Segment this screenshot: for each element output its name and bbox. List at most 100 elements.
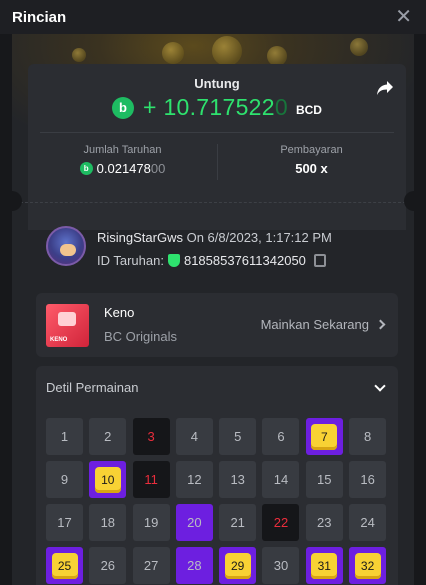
ticket-notch	[12, 191, 22, 211]
keno-tile[interactable]: 18	[89, 504, 127, 541]
modal-header: Rincian ✕	[0, 0, 426, 34]
bet-amount-stat: Jumlah Taruhan b 0.02147800	[28, 144, 217, 176]
keno-tile-number: 30	[273, 558, 289, 573]
details-title[interactable]: Detil Permainan	[46, 380, 139, 395]
currency-label: BCD	[295, 102, 322, 117]
keno-tile[interactable]: 15	[305, 461, 343, 498]
profit-amount: 10.717522	[163, 94, 275, 120]
keno-tile[interactable]: 29	[219, 547, 257, 584]
keno-thumbnail-tag: KENO	[50, 337, 68, 343]
keno-tile[interactable]: 3	[132, 418, 170, 455]
keno-tile[interactable]: 21	[219, 504, 257, 541]
keno-tile[interactable]: 12	[175, 461, 213, 498]
keno-tile[interactable]: 31	[305, 547, 343, 584]
game-name: Keno	[104, 305, 135, 320]
keno-tile-number: 14	[273, 472, 289, 487]
keno-tile[interactable]: 26	[89, 547, 127, 584]
keno-tile[interactable]: 4	[175, 418, 213, 455]
keno-tile[interactable]: 9	[46, 461, 83, 498]
keno-tile-number: 5	[234, 429, 242, 444]
bet-id-line: ID Taruhan: 81858537611342050	[97, 253, 326, 268]
bet-id-label: ID Taruhan:	[97, 253, 164, 268]
play-now-link[interactable]: Mainkan Sekarang	[260, 317, 386, 332]
keno-tile-number: 28	[187, 558, 202, 573]
coin-decoration	[212, 36, 242, 66]
keno-tile-number: 9	[60, 472, 69, 487]
coin-decoration	[350, 38, 368, 56]
keno-tile[interactable]: 32	[349, 547, 387, 584]
keno-tile[interactable]: 6	[262, 418, 300, 455]
keno-tile-number: 15	[317, 472, 332, 487]
modal-title: Rincian	[12, 8, 67, 26]
bet-details-modal: Untung b + 10.7175220 BCD Jumlah Taruhan…	[12, 34, 414, 585]
game-details-panel: Detil Permainan 1 2 3 4 5 6 7 8 9 10 11 12 13 14 15 16 1…	[36, 366, 398, 585]
keno-tile[interactable]: 20	[175, 504, 213, 541]
bc-coin-icon: b	[112, 96, 135, 119]
keno-tile[interactable]: 27	[132, 547, 170, 584]
bet-amount-value: b 0.02147800	[28, 161, 217, 176]
play-now-label: Mainkan Sekarang	[260, 317, 369, 332]
keno-tile-number: 16	[360, 472, 375, 487]
profit-summary-card: Untung b + 10.7175220 BCD Jumlah Taruhan…	[28, 64, 406, 230]
ticket-separator	[20, 202, 406, 203]
keno-tile[interactable]: 2	[89, 418, 127, 455]
keno-tile[interactable]: 5	[219, 418, 257, 455]
profit-row: b + 10.7175220 BCD	[28, 94, 406, 121]
copy-icon[interactable]	[313, 254, 326, 267]
keno-tile[interactable]: 24	[349, 504, 387, 541]
avatar-face	[60, 244, 76, 256]
keno-tile[interactable]: 28	[175, 547, 213, 584]
keno-tile[interactable]: 16	[349, 461, 387, 498]
payout-label: Pembayaran	[280, 144, 343, 156]
keno-tile-number: 6	[277, 429, 285, 444]
divider	[40, 132, 394, 133]
bet-amount: 0.021478	[96, 161, 151, 176]
profit-value: + 10.7175220	[143, 94, 288, 121]
keno-tile-number: 19	[143, 515, 159, 530]
keno-thumbnail: KENO	[46, 304, 89, 347]
keno-tile[interactable]: 8	[349, 418, 387, 455]
keno-tile-number: 32	[354, 552, 381, 579]
keno-thumbnail-art	[58, 312, 76, 326]
keno-tile[interactable]: 25	[46, 547, 83, 584]
profit-label: Untung	[194, 76, 240, 91]
avatar[interactable]	[46, 226, 86, 266]
keno-tile-number: 26	[100, 558, 116, 573]
keno-tile[interactable]: 30	[262, 547, 300, 584]
player-line: RisingStarGws On 6/8/2023, 1:17:12 PM	[97, 230, 332, 245]
game-card[interactable]: KENO Keno BC Originals Mainkan Sekarang	[36, 293, 398, 357]
keno-tile[interactable]: 7	[305, 418, 343, 455]
bet-time: On 6/8/2023, 1:17:12 PM	[186, 230, 332, 245]
keno-tile[interactable]: 10	[89, 461, 127, 498]
keno-tile-number: 8	[363, 429, 372, 444]
chevron-right-icon	[375, 319, 386, 330]
keno-tile-number: 10	[94, 466, 121, 493]
keno-tile[interactable]: 23	[305, 504, 343, 541]
keno-tile[interactable]: 11	[132, 461, 170, 498]
payout-value: 500 x	[295, 161, 328, 176]
verified-shield-icon	[167, 254, 180, 267]
player-name[interactable]: RisingStarGws	[97, 230, 183, 245]
chevron-down-icon[interactable]	[374, 380, 386, 392]
keno-tile[interactable]: 22	[262, 504, 300, 541]
game-provider: BC Originals	[104, 329, 177, 344]
keno-tile[interactable]: 17	[46, 504, 83, 541]
keno-tile-number: 1	[60, 429, 69, 444]
bet-amount-trailing-zeros: 00	[150, 161, 166, 176]
bet-amount-label: Jumlah Taruhan	[83, 144, 162, 156]
keno-tile[interactable]: 13	[219, 461, 257, 498]
close-icon[interactable]: ✕	[395, 7, 412, 27]
keno-tile[interactable]: 1	[46, 418, 83, 455]
keno-tile-number: 21	[230, 515, 245, 530]
keno-tile-number: 11	[144, 472, 158, 487]
keno-tile-number: 3	[147, 429, 155, 444]
coin-decoration	[162, 42, 184, 64]
keno-tile[interactable]: 14	[262, 461, 300, 498]
keno-tile-number: 27	[143, 558, 159, 573]
keno-tile-number: 29	[224, 552, 251, 579]
keno-tile[interactable]: 19	[132, 504, 170, 541]
player-info: RisingStarGws On 6/8/2023, 1:17:12 PM ID…	[28, 226, 406, 287]
bet-id-value: 81858537611342050	[183, 253, 306, 268]
profit-trailing-zero: 0	[274, 94, 288, 120]
keno-tile-number: 7	[311, 423, 338, 450]
